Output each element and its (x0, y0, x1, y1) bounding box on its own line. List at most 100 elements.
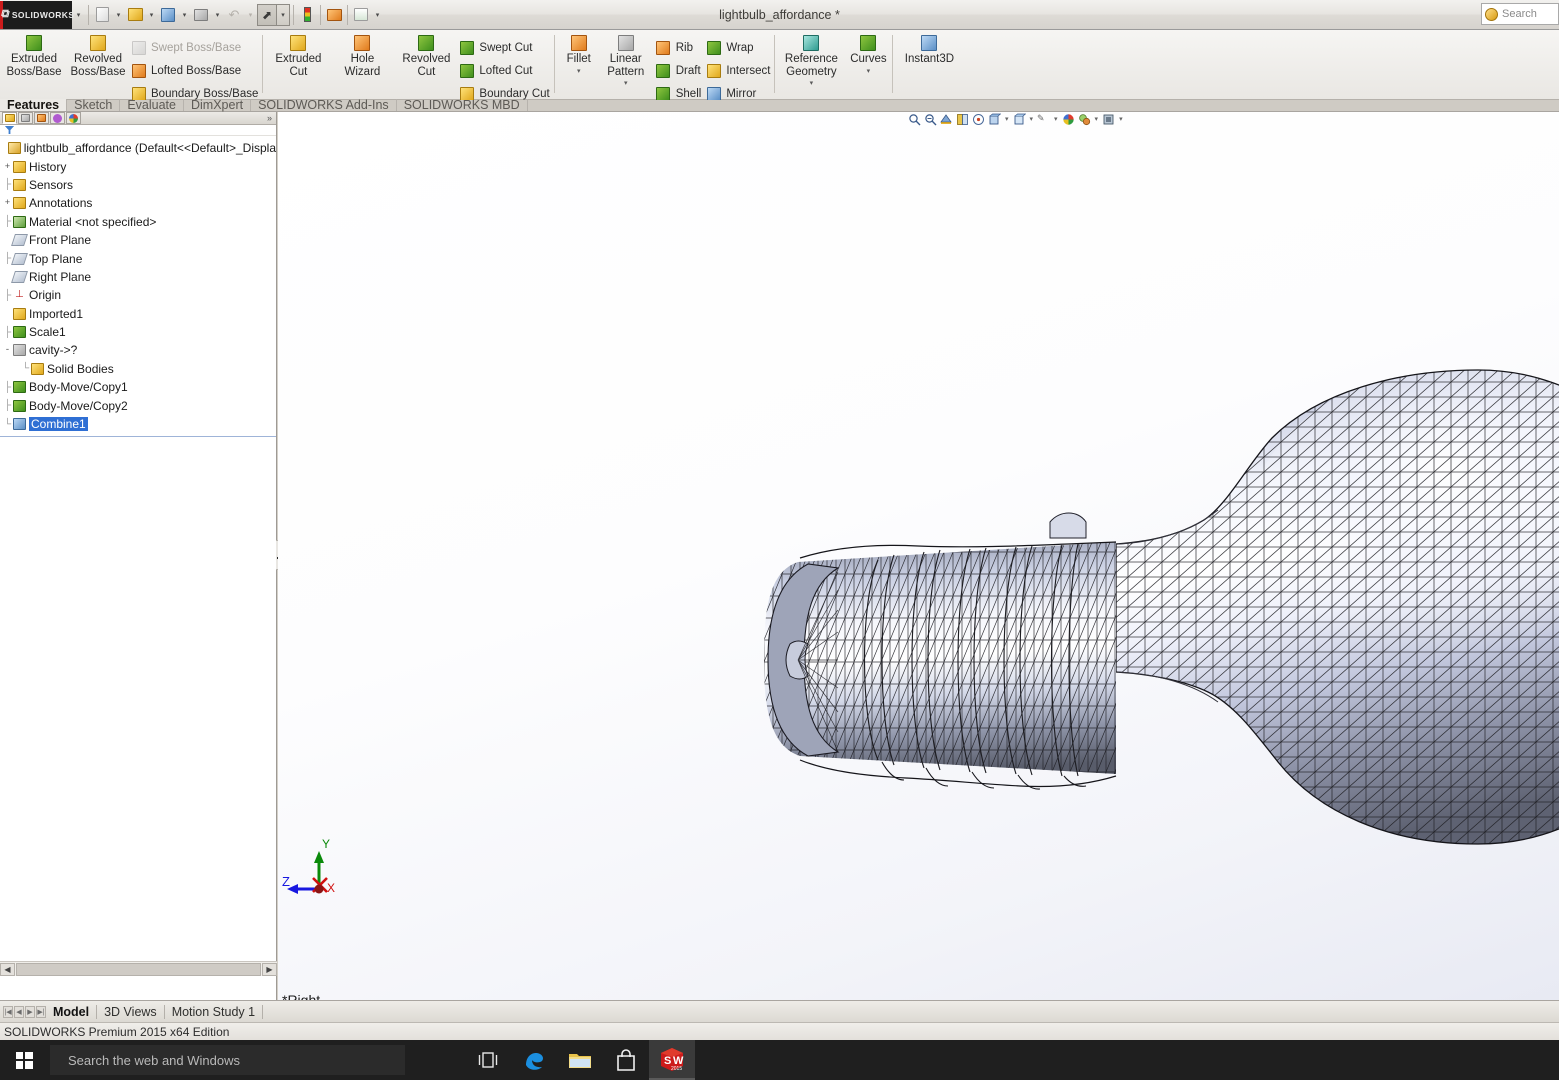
select-tool-caret[interactable]: ▾ (277, 4, 290, 26)
tree-item-root[interactable]: lightbulb_affordance (Default<<Default>_… (2, 139, 276, 157)
undo-caret[interactable]: ▾ (244, 4, 257, 26)
rib-button[interactable]: Rib (674, 36, 706, 59)
tree-item-sensors[interactable]: ├ Sensors (2, 176, 276, 194)
reference-geometry-button[interactable]: Reference Geometry ▾ (778, 33, 844, 93)
tree-item-top-plane[interactable]: ├ Top Plane (2, 249, 276, 267)
tree-expander[interactable]: + (2, 162, 13, 172)
graphics-viewport[interactable]: ▾ ▾ ✎ ▾ ▾ ▾ (278, 112, 1559, 1000)
property-manager-icon (21, 114, 30, 122)
tree-item-body-move-copy1[interactable]: ├ Body-Move/Copy1 (2, 378, 276, 396)
revolved-boss-base-button[interactable]: Revolved Boss/Base (66, 33, 130, 78)
scroll-right-arrow[interactable]: ▶ (262, 963, 277, 976)
linear-pattern-button[interactable]: Linear Pattern ▾ (600, 33, 652, 93)
lofted-boss-base-button[interactable]: Lofted Boss/Base (130, 59, 262, 82)
wrap-button[interactable]: Wrap (705, 36, 774, 59)
display-manager-tab[interactable] (66, 112, 81, 124)
tree-item-annotations[interactable]: + Annotations (2, 194, 276, 212)
revolved-cut-button[interactable]: Revolved Cut (394, 33, 458, 78)
draft-icon-button[interactable] (654, 36, 674, 59)
tab-sketch[interactable]: Sketch (67, 99, 120, 111)
new-document-caret[interactable]: ▾ (112, 4, 125, 26)
file-properties-button[interactable] (324, 4, 344, 26)
tab-model[interactable]: Model (46, 1005, 97, 1019)
tree-expander: ├ (2, 290, 13, 301)
next-tab-button[interactable]: ▶ (25, 1006, 35, 1018)
extruded-cut-button[interactable]: Extruded Cut (266, 33, 330, 78)
options-button[interactable] (351, 4, 371, 26)
tree-item-body-move-copy2[interactable]: ├ Body-Move/Copy2 (2, 396, 276, 414)
store-button[interactable] (603, 1040, 649, 1080)
triad-z-label: Z (282, 874, 290, 889)
taskbar-search-box[interactable]: Search the web and Windows (50, 1045, 405, 1075)
curves-caret[interactable]: ▾ (844, 66, 892, 81)
task-view-button[interactable] (465, 1040, 511, 1080)
tab-solidworks-mbd[interactable]: SOLIDWORKS MBD (397, 99, 528, 111)
tree-item-right-plane[interactable]: Right Plane (2, 268, 276, 286)
open-document-button[interactable] (125, 4, 145, 26)
tree-item-front-plane[interactable]: Front Plane (2, 231, 276, 249)
dimxpert-manager-tab[interactable] (50, 112, 65, 124)
tree-item-label: Origin (29, 288, 61, 302)
solidworks-taskbar-button[interactable]: S W 2015 (649, 1040, 695, 1080)
curves-button[interactable]: Curves ▾ (844, 33, 892, 80)
tab-evaluate[interactable]: Evaluate (120, 99, 184, 111)
tree-item-solid-bodies[interactable]: └ Solid Bodies (2, 360, 276, 378)
new-document-button[interactable] (92, 4, 112, 26)
tree-item-material[interactable]: ├ Material <not specified> (2, 213, 276, 231)
print-caret[interactable]: ▾ (211, 4, 224, 26)
save-button[interactable] (158, 4, 178, 26)
print-button[interactable] (191, 4, 211, 26)
instant3d-button[interactable]: Instant3D (898, 33, 960, 66)
tab-3d-views[interactable]: 3D Views (97, 1005, 165, 1019)
fillet-button[interactable]: Fillet ▾ (558, 33, 600, 80)
tree-item-imported1[interactable]: Imported1 (2, 305, 276, 323)
tree-expander[interactable]: - (2, 345, 13, 355)
feature-tree-filter[interactable] (0, 125, 276, 136)
select-tool-button[interactable]: ⬈ (257, 4, 277, 26)
lightbulb-mesh[interactable] (278, 112, 1559, 1000)
swept-cut-button[interactable]: Swept Cut (458, 36, 553, 59)
tree-item-origin[interactable]: ├ ⊥ Origin (2, 286, 276, 304)
hole-wizard-button[interactable]: Hole Wizard (330, 33, 394, 78)
reference-geometry-caret[interactable]: ▾ (778, 78, 844, 93)
prev-tab-button[interactable]: ◀ (14, 1006, 24, 1018)
tab-features[interactable]: Features (0, 99, 67, 111)
property-manager-tab[interactable] (18, 112, 33, 124)
file-explorer-button[interactable] (557, 1040, 603, 1080)
tree-item-combine1[interactable]: └ Combine1 (2, 415, 276, 433)
scroll-left-arrow[interactable]: ◀ (0, 963, 15, 976)
lofted-cut-button[interactable]: Lofted Cut (458, 59, 553, 82)
qa-expand-caret[interactable]: ▾ (72, 4, 85, 26)
collapse-panel-chevron[interactable]: » (267, 113, 276, 123)
tree-item-scale1[interactable]: ├ Scale1 (2, 323, 276, 341)
tree-item-cavity[interactable]: - cavity->? (2, 341, 276, 359)
tab-solidworks-add-ins[interactable]: SOLIDWORKS Add-Ins (251, 99, 397, 111)
last-tab-button[interactable]: ▶| (36, 1006, 46, 1018)
scroll-thumb[interactable] (16, 963, 261, 976)
first-tab-button[interactable]: |◀ (3, 1006, 13, 1018)
swept-boss-base-button[interactable]: Swept Boss/Base (130, 36, 262, 59)
tree-item-history[interactable]: + History (2, 157, 276, 175)
rebuild-button[interactable] (297, 4, 317, 26)
options-caret[interactable]: ▾ (371, 4, 384, 26)
save-caret[interactable]: ▾ (178, 4, 191, 26)
tab-motion-study-1[interactable]: Motion Study 1 (165, 1005, 263, 1019)
linear-pattern-dropdown-caret[interactable]: ▾ (600, 78, 652, 93)
intersect-button[interactable]: Intersect (705, 59, 774, 82)
edge-browser-button[interactable] (511, 1040, 557, 1080)
configuration-manager-tab[interactable] (34, 112, 49, 124)
extruded-boss-base-button[interactable]: Extruded Boss/Base (2, 33, 66, 78)
tab-dimxpert[interactable]: DimXpert (184, 99, 251, 111)
undo-button[interactable]: ↶ (224, 4, 244, 26)
fillet-dropdown-caret[interactable]: ▾ (558, 66, 600, 81)
undo-arrow-icon: ↶ (229, 7, 240, 23)
feature-tree-tab[interactable] (2, 112, 17, 124)
draft-button[interactable]: Draft (674, 59, 706, 82)
pattern-icon-button[interactable] (654, 59, 674, 82)
tree-expander[interactable]: + (2, 198, 13, 208)
button-label-line1: Revolved (402, 53, 450, 66)
start-button[interactable] (0, 1040, 48, 1080)
feature-tree-horizontal-scrollbar[interactable]: ◀ ▶ (0, 961, 277, 976)
search-box[interactable]: Search (1481, 3, 1559, 25)
open-document-caret[interactable]: ▾ (145, 4, 158, 26)
